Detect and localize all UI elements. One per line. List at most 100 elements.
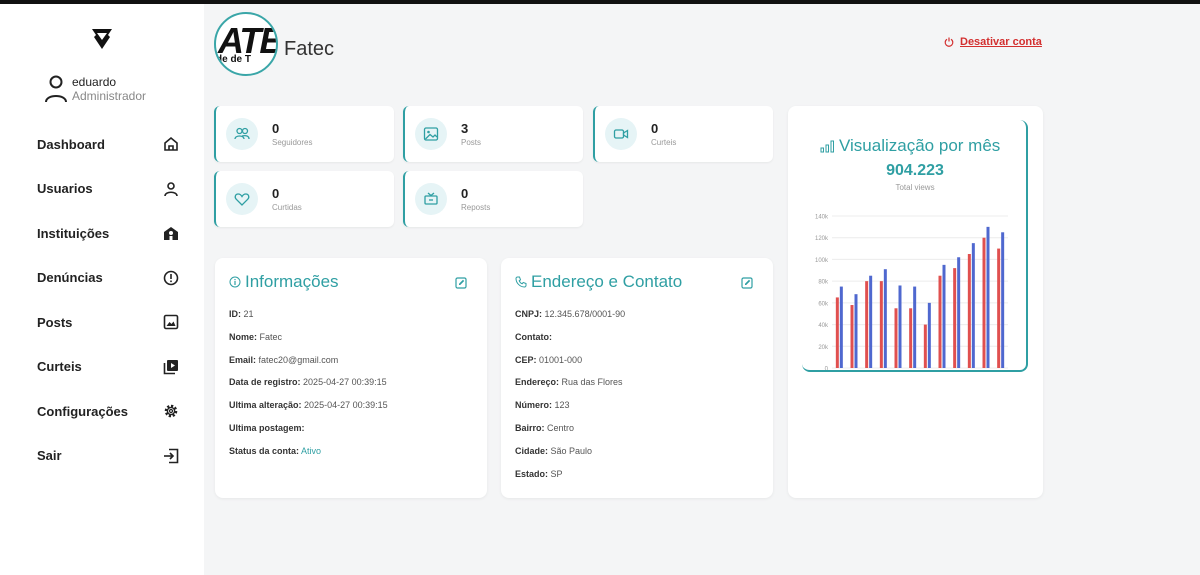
y-tick-label: 100k [815,258,829,264]
bar [982,237,986,368]
edit-icon[interactable] [741,276,753,289]
y-tick-label: 0 [825,367,829,371]
address-panel-title: Endereço e Contato [515,272,682,292]
stat-card-seguidores: 0 Seguidores [214,106,394,162]
views-chart: Visualização por mês 904.223 Total views… [802,120,1028,372]
gear-icon [162,402,180,420]
sidebar: eduardo Administrador Dashboard Usuarios… [0,4,204,575]
bar [879,281,883,368]
repost-icon [415,183,447,215]
home-icon [162,135,180,153]
sidebar-item-dashboard[interactable]: Dashboard [0,122,204,167]
stat-label: Posts [461,138,482,147]
logout-icon [162,447,180,465]
y-tick-label: 120k [815,236,829,242]
stat-label: Curteis [651,138,677,147]
sidebar-item-configuracoes[interactable]: Configurações [0,389,204,434]
field-numero: Número: 123 [515,400,570,411]
sidebar-item-instituicoes[interactable]: Instituições [0,211,204,256]
info-title-text: Informações [245,272,339,291]
bar [854,294,858,368]
field-cep: CEP: 01001-000 [515,354,583,365]
sidebar-item-posts[interactable]: Posts [0,300,204,345]
institution-name: Fatec [284,37,335,60]
institution-logo: ATE de de T [214,12,278,76]
stat-card-posts: 3 Posts [403,106,583,162]
bar [971,243,975,368]
bar [927,302,931,368]
y-tick-label: 140k [815,215,829,221]
stat-card-curteis: 0 Curteis [593,106,773,162]
sidebar-item-sair[interactable]: Sair [0,434,204,479]
field-id: ID: 21 [229,309,254,319]
sidebar-item-label: Dashboard [37,136,105,152]
field-ultima-alteracao: Ultima alteração: 2025-04-27 00:39:15 [229,400,388,411]
user-profile[interactable]: eduardo Administrador [44,74,146,104]
image-icon [415,118,447,150]
sidebar-item-label: Sair [37,448,62,464]
chart-plot: 020k40k60k80k100k120k140kJanFevMarAbrMai… [815,215,1008,371]
field-cnpj: CNPJ: 12.345.678/0001-90 [515,309,626,319]
stat-value: 3 [461,121,469,136]
stat-label: Curtidas [272,203,302,212]
users-icon [226,118,258,150]
chart-title-text: Visualização por mês [839,136,1001,155]
field-ultima-postagem: Ultima postagem: [229,422,305,433]
stat-value: 0 [461,186,469,201]
stat-value: 0 [651,121,659,136]
phone-icon [515,276,527,288]
user-icon [162,180,180,198]
y-tick-label: 80k [818,280,829,286]
bar [835,297,839,368]
sidebar-item-label: Configurações [37,403,129,419]
bar [1001,232,1005,368]
bar-chart-icon [820,140,834,153]
sidebar-item-curteis[interactable]: Curteis [0,345,204,390]
bar [898,285,902,368]
graduation-cap-logo-icon [88,24,116,52]
info-fields: ID: 21 Nome: Fatec Email: fatec20@gmail.… [229,308,388,468]
field-data-registro: Data de registro: 2025-04-27 00:39:15 [229,377,387,388]
heart-icon [226,183,258,215]
y-tick-label: 40k [818,323,829,329]
address-title-text: Endereço e Contato [531,272,683,291]
alert-icon [162,269,180,287]
sidebar-nav: Dashboard Usuarios Instituições Denúncia… [0,122,204,478]
stat-card-curtidas: 0 Curtidas [214,171,394,227]
field-bairro: Bairro: Centro [515,422,575,433]
chart-title: Visualização por mês [820,136,1000,156]
sidebar-item-label: Curteis [37,359,82,375]
bar [850,305,854,368]
field-status-conta: Status da conta: Ativo [229,445,322,456]
stat-value: 0 [272,186,280,201]
institution-header: ATE de de T Fatec [214,12,334,76]
school-icon [162,224,180,242]
user-name: eduardo [72,75,117,89]
stat-label: Reposts [461,203,491,212]
bar [839,286,843,368]
deactivate-account-label: Desativar conta [960,36,1042,48]
sidebar-item-label: Instituições [37,225,110,241]
bar [938,275,942,368]
edit-icon[interactable] [455,276,467,289]
user-avatar-icon [44,74,70,104]
bar [883,269,887,368]
field-nome: Nome: Fatec [229,331,283,342]
sidebar-item-denuncias[interactable]: Denúncias [0,256,204,301]
bar [865,281,869,368]
y-tick-label: 20k [818,345,829,351]
address-panel: Endereço e Contato CNPJ: 12.345.678/0001… [501,258,773,498]
field-contato: Contato: [515,331,552,342]
info-icon [229,276,241,288]
bar [997,248,1001,368]
bar [986,226,990,368]
sidebar-item-usuarios[interactable]: Usuarios [0,167,204,212]
bar [953,268,957,368]
bar [909,308,913,368]
bar [913,286,917,368]
deactivate-account-button[interactable]: Desativar conta [944,36,1042,48]
field-endereco: Endereço: Rua das Flores [515,377,623,388]
bar [894,308,898,368]
sidebar-item-label: Denúncias [37,270,103,286]
stat-label: Seguidores [272,138,313,147]
